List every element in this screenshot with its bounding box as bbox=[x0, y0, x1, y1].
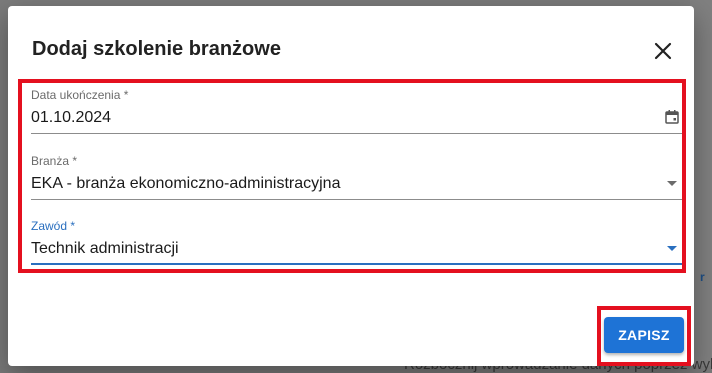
completion-date-underline bbox=[31, 133, 683, 134]
close-icon bbox=[654, 42, 672, 60]
background-edge-mark: r bbox=[700, 270, 705, 284]
completion-date-value[interactable]: 01.10.2024 bbox=[31, 108, 111, 128]
completion-date-label: Data ukończenia * bbox=[31, 88, 129, 102]
industry-underline bbox=[31, 199, 683, 200]
close-button[interactable] bbox=[651, 39, 675, 63]
dialog-title: Dodaj szkolenie branżowe bbox=[32, 38, 281, 60]
completion-date-field[interactable]: Data ukończenia * 01.10.2024 bbox=[31, 88, 683, 136]
add-industry-training-dialog: Dodaj szkolenie branżowe Data ukończenia… bbox=[8, 6, 694, 366]
chevron-down-icon[interactable] bbox=[667, 246, 677, 251]
industry-value[interactable]: EKA - branża ekonomiczno-administracyjna bbox=[31, 174, 340, 194]
save-button[interactable]: ZAPISZ bbox=[604, 317, 684, 353]
chevron-down-icon[interactable] bbox=[667, 181, 677, 186]
industry-select[interactable]: Branża * EKA - branża ekonomiczno-admini… bbox=[31, 154, 683, 202]
profession-select[interactable]: Zawód * Technik administracji bbox=[31, 219, 683, 267]
profession-value[interactable]: Technik administracji bbox=[31, 239, 179, 259]
industry-label: Branża * bbox=[31, 154, 78, 168]
calendar-icon[interactable] bbox=[664, 109, 680, 125]
profession-underline bbox=[31, 263, 683, 265]
profession-label: Zawód * bbox=[31, 219, 76, 233]
